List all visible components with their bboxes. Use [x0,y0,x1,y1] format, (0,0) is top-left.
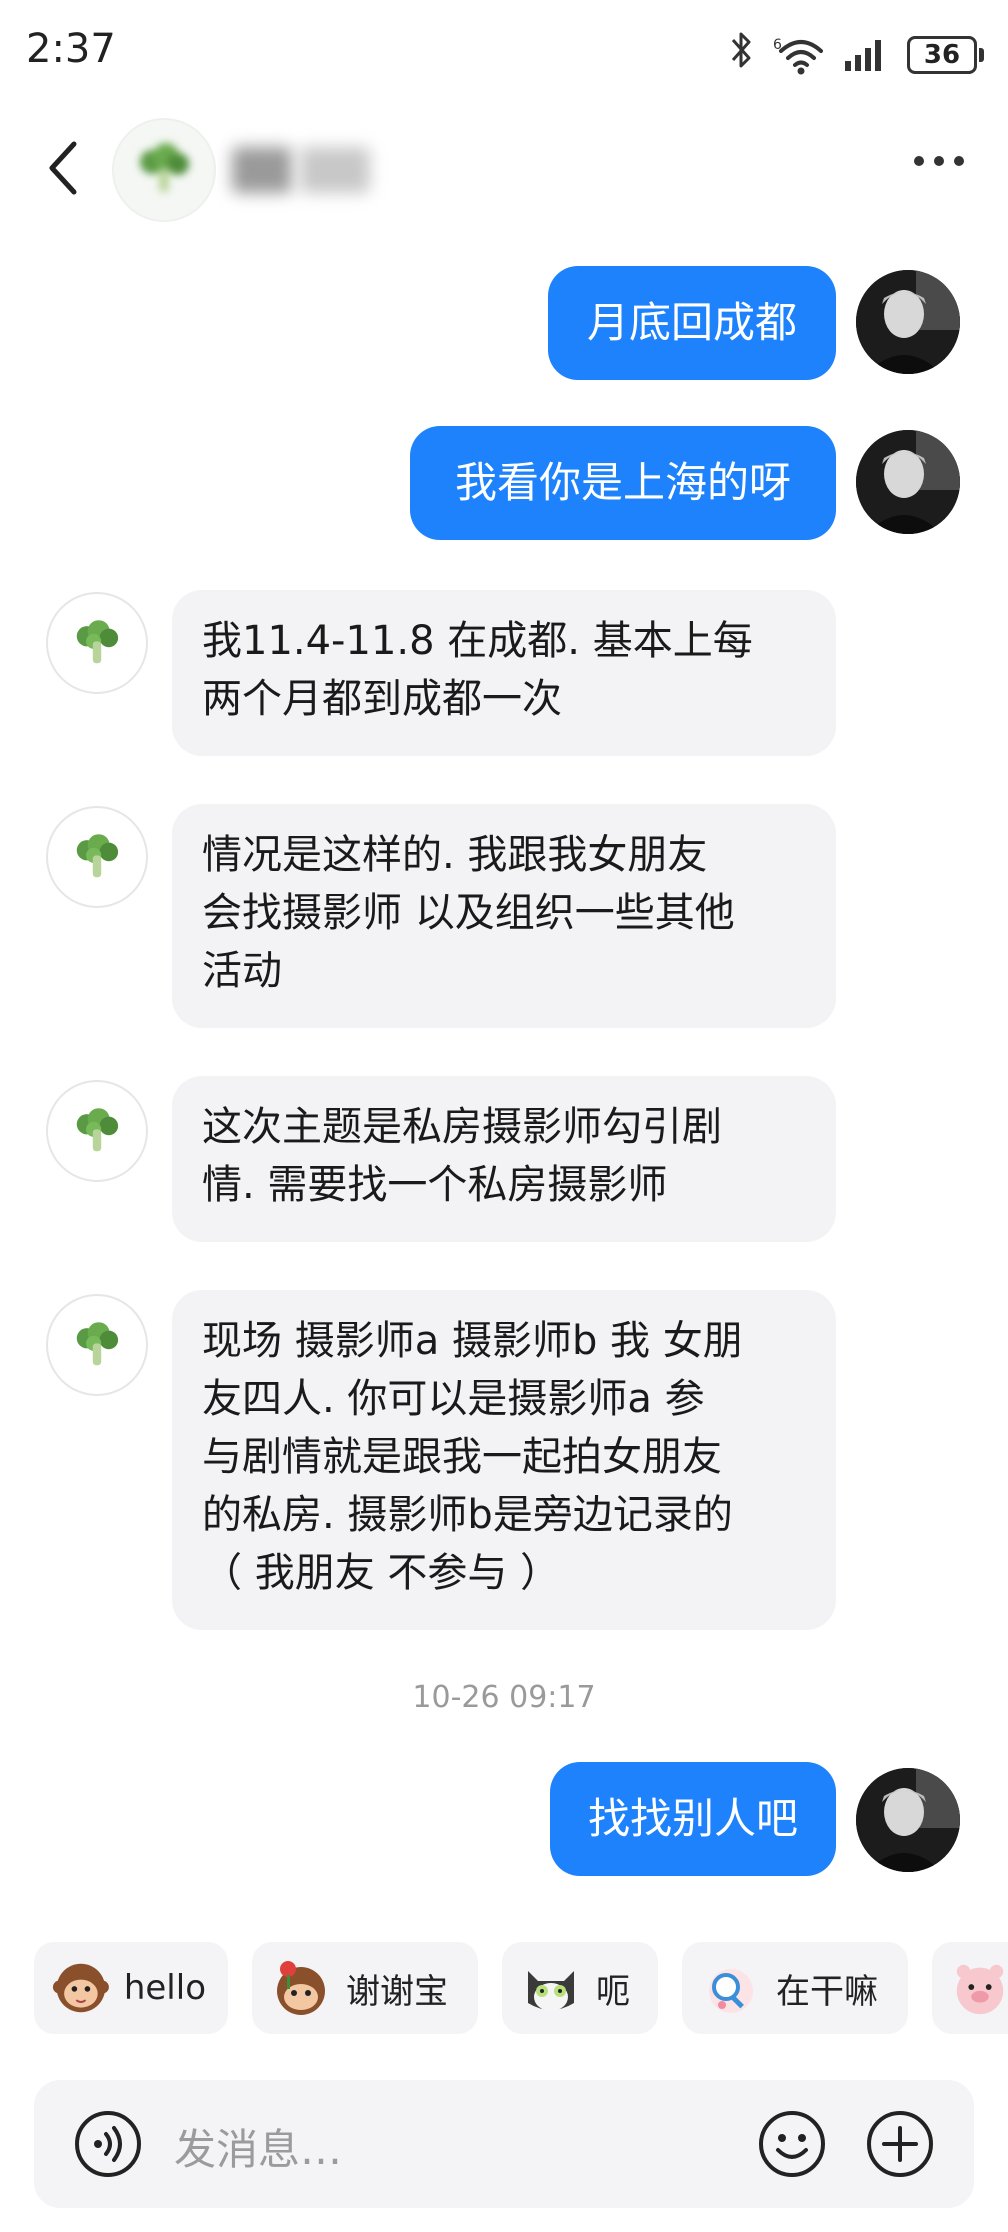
sticker-label: 呃 [596,1971,630,2012]
their-message-bubble[interactable]: 现场 摄影师a 摄影师b 我 女朋 友四人. 你可以是摄影师a 参 与剧情就是跟… [172,1290,836,1630]
broccoli-avatar-icon [76,1322,119,1366]
sticker-label: 谢谢宝 [346,1971,448,2012]
battery-level: 36 [923,39,961,70]
contact-avatar[interactable] [112,118,216,222]
back-arrow-icon[interactable] [44,138,84,198]
voice-icon[interactable] [74,2110,142,2178]
status-bar: 2:37 6 36 [0,0,1008,110]
message-line: 我11.4-11.8 在成都. 基本上每 [202,618,753,664]
sticker-label: 在干嘛 [776,1971,878,2012]
plus-icon[interactable] [866,2110,934,2178]
message-line: 会找摄影师 以及组织一些其他 [202,890,735,936]
contact-avatar[interactable] [46,592,148,694]
wifi-icon: 6 [773,37,823,74]
monkey-sticker-icon [52,1963,109,2013]
contact-avatar[interactable] [46,806,148,908]
sticker-chip-uh[interactable]: 呃 [502,1942,658,2034]
status-icons: 6 36 [729,30,984,79]
message-timestamp: 10-26 09:17 [412,1680,596,1715]
contact-name-blurred [232,140,412,200]
emoji-icon[interactable] [758,2110,826,2178]
flower-monkey-sticker-icon [277,1961,325,2015]
message-line: 活动 [202,948,282,994]
their-message-bubble[interactable]: 我11.4-11.8 在成都. 基本上每 两个月都到成都一次 [172,590,836,756]
more-dots-icon[interactable] [914,156,964,166]
message-input-bar: 发消息… [34,2080,974,2208]
broccoli-avatar-icon [76,620,119,664]
message-line: 现场 摄影师a 摄影师b 我 女朋 [202,1318,743,1364]
their-message-bubble[interactable]: 情况是这样的. 我跟我女朋友 会找摄影师 以及组织一些其他 活动 [172,804,836,1028]
my-message-bubble[interactable]: 我看你是上海的呀 [410,426,836,540]
their-message-bubble[interactable]: 这次主题是私房摄影师勾引剧 情. 需要找一个私房摄影师 [172,1076,836,1242]
message-line: 这次主题是私房摄影师勾引剧 [202,1104,722,1150]
bluetooth-icon [729,30,755,79]
battery-icon: 36 [907,35,984,74]
sticker-chip-whatdoing[interactable]: 在干嘛 [682,1942,908,2034]
magnifier-sticker-icon [709,1969,753,2013]
sticker-label: hello [123,1968,206,2008]
sticker-chip-more[interactable] [932,1942,1008,2034]
message-line: 与剧情就是跟我一起拍女朋友 [202,1434,722,1480]
message-text: 月底回成都 [586,298,797,347]
contact-avatar[interactable] [46,1080,148,1182]
quick-sticker-bar: hello 谢谢宝 呃 在干嘛 [0,1942,1008,2038]
my-avatar[interactable] [856,1768,960,1872]
sticker-chip-hello[interactable]: hello [34,1942,228,2034]
message-line: 情况是这样的. 我跟我女朋友 [202,832,708,878]
message-line: （ 我朋友 不参与 ） [202,1550,561,1596]
message-text: 我看你是上海的呀 [454,458,791,507]
message-input[interactable]: 发消息… [174,2116,342,2177]
sticker-chip-thanks[interactable]: 谢谢宝 [252,1942,478,2034]
message-line: 情. 需要找一个私房摄影师 [202,1162,668,1208]
broccoli-avatar-icon [76,1108,119,1152]
message-text: 找找别人吧 [587,1794,798,1843]
pig-sticker-icon [956,1964,1004,2015]
cat-sticker-icon [528,1971,574,2011]
message-line: 友四人. 你可以是摄影师a 参 [202,1376,705,1422]
contact-avatar[interactable] [46,1294,148,1396]
broccoli-avatar-icon [76,834,119,878]
status-time: 2:37 [26,26,116,72]
my-avatar[interactable] [856,270,960,374]
signal-icon [845,39,881,71]
chat-header [0,110,1008,230]
my-avatar[interactable] [856,430,960,534]
broccoli-avatar-icon [140,143,189,192]
message-line: 两个月都到成都一次 [202,676,562,722]
message-line: 的私房. 摄影师b是旁边记录的 [202,1492,733,1538]
my-message-bubble[interactable]: 月底回成都 [548,266,836,380]
my-message-bubble[interactable]: 找找别人吧 [550,1762,836,1876]
